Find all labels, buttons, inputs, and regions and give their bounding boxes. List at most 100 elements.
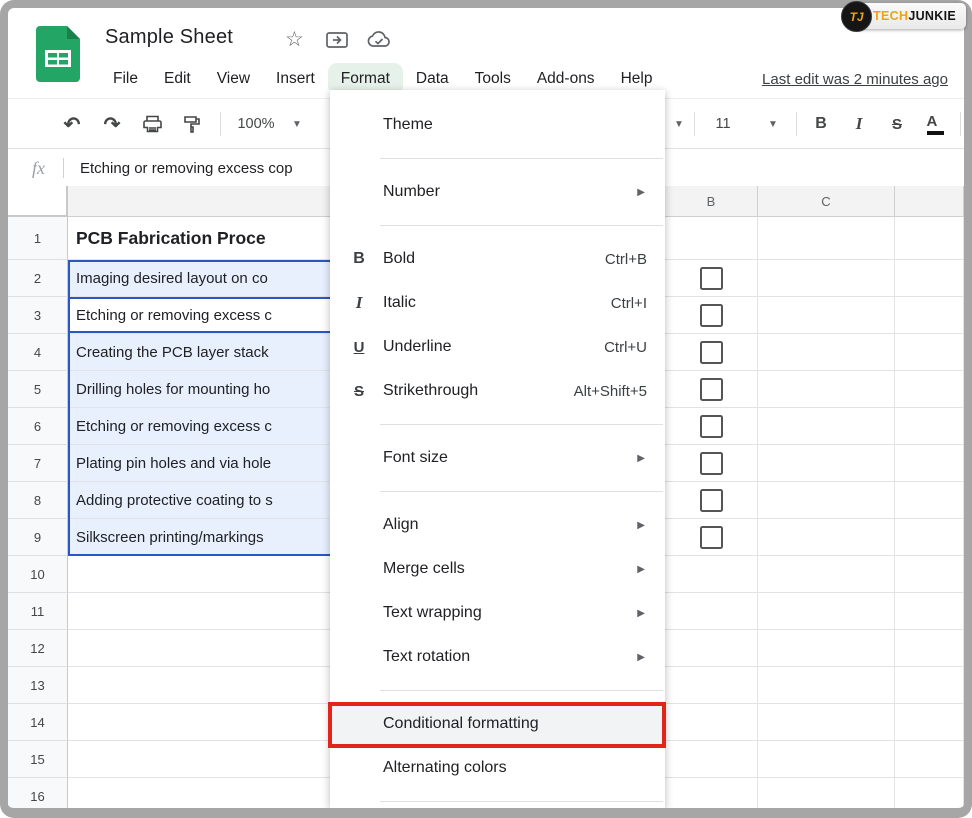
bold-button[interactable]: B — [806, 99, 836, 149]
select-all-corner[interactable] — [8, 186, 68, 217]
checkbox-B3[interactable] — [700, 304, 723, 327]
paint-format-button[interactable] — [176, 99, 208, 149]
cell-C15[interactable] — [758, 741, 895, 778]
cell-D10[interactable] — [895, 556, 964, 593]
cell-D11[interactable] — [895, 593, 964, 630]
menu-item-theme[interactable]: Theme — [330, 103, 665, 147]
cell-D4[interactable] — [895, 334, 964, 371]
cell-D6[interactable] — [895, 408, 964, 445]
cell-B8[interactable] — [665, 482, 758, 519]
cell-D1[interactable] — [895, 217, 964, 260]
cell-B2[interactable] — [665, 260, 758, 297]
cell-D13[interactable] — [895, 667, 964, 704]
cell-C2[interactable] — [758, 260, 895, 297]
column-header-C[interactable]: C — [758, 186, 895, 217]
row-header-7[interactable]: 7 — [8, 445, 68, 482]
font-size-select[interactable]: 11 — [706, 99, 740, 149]
cell-C13[interactable] — [758, 667, 895, 704]
cell-C5[interactable] — [758, 371, 895, 408]
column-header-partial[interactable] — [895, 186, 964, 217]
star-icon[interactable]: ☆ — [285, 27, 304, 52]
row-header-3[interactable]: 3 — [8, 297, 68, 334]
menu-item-text-rotation[interactable]: Text rotation▶ — [330, 635, 665, 679]
menu-item-strikethrough[interactable]: SStrikethroughAlt+Shift+5 — [330, 369, 665, 413]
redo-button[interactable]: ↷ — [96, 99, 128, 149]
cell-D15[interactable] — [895, 741, 964, 778]
row-header-2[interactable]: 2 — [8, 260, 68, 297]
cloud-saved-icon[interactable] — [366, 30, 392, 50]
checkbox-B9[interactable] — [700, 526, 723, 549]
zoom-caret-icon[interactable]: ▼ — [290, 99, 304, 149]
menu-item-bold[interactable]: BBoldCtrl+B — [330, 237, 665, 281]
menu-item-align[interactable]: Align▶ — [330, 503, 665, 547]
cell-D3[interactable] — [895, 297, 964, 334]
cell-B9[interactable] — [665, 519, 758, 556]
cell-B7[interactable] — [665, 445, 758, 482]
last-edit-status[interactable]: Last edit was 2 minutes ago — [762, 71, 954, 88]
font-size-caret-icon[interactable]: ▼ — [766, 99, 780, 149]
cell-D14[interactable] — [895, 704, 964, 741]
cell-C6[interactable] — [758, 408, 895, 445]
checkbox-B5[interactable] — [700, 378, 723, 401]
cell-C9[interactable] — [758, 519, 895, 556]
menubar-item-insert[interactable]: Insert — [263, 63, 328, 95]
row-header-8[interactable]: 8 — [8, 482, 68, 519]
cell-D9[interactable] — [895, 519, 964, 556]
cell-D7[interactable] — [895, 445, 964, 482]
row-header-13[interactable]: 13 — [8, 667, 68, 704]
cell-B10[interactable] — [665, 556, 758, 593]
menu-item-alternating-colors[interactable]: Alternating colors — [330, 746, 665, 790]
menu-item-number[interactable]: Number▶ — [330, 170, 665, 214]
column-header-B[interactable]: B — [665, 186, 758, 217]
menubar-item-view[interactable]: View — [204, 63, 263, 95]
checkbox-B2[interactable] — [700, 267, 723, 290]
cell-B6[interactable] — [665, 408, 758, 445]
cell-B3[interactable] — [665, 297, 758, 334]
cell-C8[interactable] — [758, 482, 895, 519]
cell-B16[interactable] — [665, 778, 758, 808]
row-header-1[interactable]: 1 — [8, 217, 68, 260]
cell-C16[interactable] — [758, 778, 895, 808]
row-header-9[interactable]: 9 — [8, 519, 68, 556]
cell-B11[interactable] — [665, 593, 758, 630]
cell-C14[interactable] — [758, 704, 895, 741]
row-header-12[interactable]: 12 — [8, 630, 68, 667]
menu-item-text-wrapping[interactable]: Text wrapping▶ — [330, 591, 665, 635]
row-header-16[interactable]: 16 — [8, 778, 68, 808]
row-header-11[interactable]: 11 — [8, 593, 68, 630]
menubar-item-file[interactable]: File — [100, 63, 151, 95]
row-header-10[interactable]: 10 — [8, 556, 68, 593]
menu-item-underline[interactable]: UUnderlineCtrl+U — [330, 325, 665, 369]
cell-B4[interactable] — [665, 334, 758, 371]
cell-C11[interactable] — [758, 593, 895, 630]
text-color-button[interactable]: A — [920, 99, 950, 149]
menubar-item-edit[interactable]: Edit — [151, 63, 204, 95]
document-title[interactable]: Sample Sheet — [105, 26, 233, 49]
cell-B13[interactable] — [665, 667, 758, 704]
cell-B1[interactable] — [665, 217, 758, 260]
row-header-5[interactable]: 5 — [8, 371, 68, 408]
move-to-folder-icon[interactable] — [326, 30, 348, 50]
row-header-15[interactable]: 15 — [8, 741, 68, 778]
cell-B5[interactable] — [665, 371, 758, 408]
cell-B15[interactable] — [665, 741, 758, 778]
formula-input[interactable]: Etching or removing excess cop — [80, 160, 293, 177]
checkbox-B7[interactable] — [700, 452, 723, 475]
italic-button[interactable]: I — [844, 99, 874, 149]
print-button[interactable] — [136, 99, 168, 149]
cell-B12[interactable] — [665, 630, 758, 667]
menu-item-font-size[interactable]: Font size▶ — [330, 436, 665, 480]
cell-D16[interactable] — [895, 778, 964, 808]
checkbox-B8[interactable] — [700, 489, 723, 512]
undo-button[interactable]: ↶ — [56, 99, 88, 149]
strikethrough-button[interactable]: S — [882, 99, 912, 149]
cell-C7[interactable] — [758, 445, 895, 482]
cell-D5[interactable] — [895, 371, 964, 408]
cell-D8[interactable] — [895, 482, 964, 519]
cell-C1[interactable] — [758, 217, 895, 260]
font-caret-icon[interactable]: ▼ — [672, 99, 686, 149]
cell-C3[interactable] — [758, 297, 895, 334]
menu-item-italic[interactable]: IItalicCtrl+I — [330, 281, 665, 325]
checkbox-B4[interactable] — [700, 341, 723, 364]
zoom-select[interactable]: 100% — [232, 99, 280, 149]
